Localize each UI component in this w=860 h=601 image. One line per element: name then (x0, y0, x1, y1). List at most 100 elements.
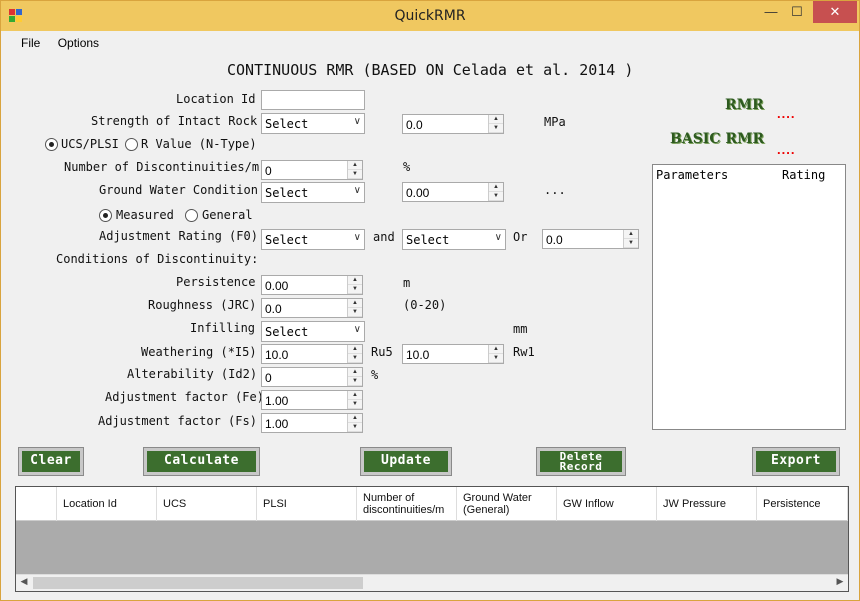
weathering-value-2: 10.0 (406, 348, 430, 362)
weathering-unit-1: Ru5 (371, 345, 393, 359)
adjustment-rating-value: 0.0 (546, 233, 563, 247)
ground-water-select[interactable]: Select ∨ (261, 182, 365, 203)
delete-record-button[interactable]: Delete Record (536, 447, 626, 476)
persistence-label: Persistence (176, 275, 256, 289)
persistence-unit: m (403, 276, 411, 290)
spin-arrows-icon[interactable]: ▲ ▼ (488, 183, 503, 201)
scrollbar-thumb[interactable] (33, 577, 363, 589)
parameters-panel[interactable]: Parameters Rating (652, 164, 846, 430)
horizontal-scrollbar[interactable]: ◀ ▶ (16, 574, 848, 591)
spin-arrows-icon[interactable]: ▲ ▼ (347, 299, 362, 317)
discontinuities-stepper[interactable]: 0 ▲ ▼ (261, 160, 363, 180)
adjustment-rating-stepper[interactable]: 0.0 ▲ ▼ (542, 229, 639, 249)
r-value-radio[interactable] (125, 138, 138, 151)
strength-value-stepper[interactable]: 0.0 ▲ ▼ (402, 114, 504, 134)
adj-fe-stepper[interactable]: 1.00 ▲ ▼ (261, 390, 363, 410)
scroll-right-icon[interactable]: ▶ (832, 576, 848, 587)
infilling-unit: mm (513, 322, 528, 336)
parameters-header: Parameters (656, 168, 729, 182)
discontinuities-value: 0 (265, 164, 272, 178)
spin-arrows-icon[interactable]: ▲ ▼ (347, 161, 362, 179)
and-label: and (373, 230, 395, 244)
ground-water-value: 0.00 (406, 186, 430, 200)
r-value-label: R Value (N-Type) (141, 137, 257, 151)
adjustment-rating-select-2[interactable]: Select ∨ (402, 229, 506, 250)
column-header[interactable]: Location Id (57, 487, 157, 521)
general-radio[interactable] (185, 209, 198, 222)
minimize-icon[interactable]: — (757, 1, 785, 23)
spin-arrows-icon[interactable]: ▲ ▼ (347, 345, 362, 363)
ground-water-stepper[interactable]: 0.00 ▲ ▼ (402, 182, 504, 202)
spin-arrows-icon[interactable]: ▲ ▼ (347, 276, 362, 294)
strength-label: Strength of Intact Rock (91, 114, 258, 128)
close-icon[interactable]: ✕ (813, 1, 857, 23)
maximize-icon[interactable]: ☐ (783, 1, 811, 23)
table-header: Location Id UCS PLSI Number of discontin… (16, 487, 848, 521)
adjustment-rating-select-1-value: Select (265, 233, 309, 247)
location-id-label: Location Id (176, 92, 256, 106)
roughness-unit: (0-20) (403, 298, 447, 312)
alterability-stepper[interactable]: 0 ▲ ▼ (261, 367, 363, 387)
measured-label: Measured (116, 208, 174, 222)
rmr-label: RMR (725, 97, 764, 113)
spin-arrows-icon[interactable]: ▲ ▼ (347, 391, 362, 409)
adjustment-rating-select-1[interactable]: Select ∨ (261, 229, 365, 250)
records-table[interactable]: Location Id UCS PLSI Number of discontin… (15, 486, 849, 592)
weathering-value-1: 10.0 (265, 348, 289, 362)
calculate-button[interactable]: Calculate (143, 447, 260, 476)
chevron-down-icon: ∨ (494, 232, 502, 243)
window-title: QuickRMR (394, 8, 466, 24)
adj-fe-label: Adjustment factor (Fe) (105, 390, 264, 404)
update-button[interactable]: Update (360, 447, 452, 476)
menu-file[interactable]: File (9, 32, 48, 50)
ucs-plsi-radio[interactable] (45, 138, 58, 151)
or-label: Or (513, 230, 528, 244)
infilling-select-value: Select (265, 325, 309, 339)
scroll-left-icon[interactable]: ◀ (16, 576, 32, 587)
delete-record-line2: Record (559, 460, 603, 473)
location-id-input[interactable] (261, 90, 365, 110)
column-header[interactable]: GW Inflow (557, 487, 657, 521)
infilling-label: Infilling (190, 321, 256, 335)
adj-fs-stepper[interactable]: 1.00 ▲ ▼ (261, 413, 363, 433)
column-header[interactable]: Ground Water (General) (457, 487, 557, 521)
persistence-value: 0.00 (265, 279, 289, 293)
spin-arrows-icon[interactable]: ▲ ▼ (347, 414, 362, 432)
spin-arrows-icon[interactable]: ▲ ▼ (488, 115, 503, 133)
adj-fs-value: 1.00 (265, 417, 289, 431)
alterability-value: 0 (265, 371, 272, 385)
infilling-select[interactable]: Select ∨ (261, 321, 365, 342)
column-header[interactable]: JW Pressure (657, 487, 757, 521)
adj-fs-label: Adjustment factor (Fs) (98, 414, 257, 428)
weathering-label: Weathering (*I5) (141, 345, 257, 359)
spin-arrows-icon[interactable]: ▲ ▼ (488, 345, 503, 363)
page-heading: CONTINUOUS RMR (BASED ON Celada et al. 2… (227, 61, 634, 79)
ucs-plsi-label: UCS/PLSI (61, 137, 119, 151)
measured-radio[interactable] (99, 209, 112, 222)
ground-water-unit: ... (544, 183, 566, 197)
column-header[interactable]: Persistence (757, 487, 848, 521)
column-header[interactable]: PLSI (257, 487, 357, 521)
alterability-label: Alterability (Id2) (127, 367, 258, 381)
spin-arrows-icon[interactable]: ▲ ▼ (623, 230, 638, 248)
weathering-stepper-2[interactable]: 10.0 ▲ ▼ (402, 344, 504, 364)
chevron-down-icon: ∨ (353, 185, 361, 196)
clear-button[interactable]: Clear (18, 447, 84, 476)
roughness-value: 0.0 (265, 302, 282, 316)
strength-select[interactable]: Select ∨ (261, 113, 365, 134)
column-header[interactable]: UCS (157, 487, 257, 521)
chevron-down-icon: ∨ (353, 116, 361, 127)
discontinuities-label: Number of Discontinuities/m (64, 160, 260, 174)
roughness-stepper[interactable]: 0.0 ▲ ▼ (261, 298, 363, 318)
basic-rmr-label: BASIC RMR (670, 131, 765, 147)
column-header[interactable]: Number of discontinuities/m (357, 487, 457, 521)
export-button[interactable]: Export (752, 447, 840, 476)
menu-options[interactable]: Options (52, 32, 107, 50)
strength-select-value: Select (265, 117, 309, 131)
strength-unit: MPa (544, 115, 566, 129)
persistence-stepper[interactable]: 0.00 ▲ ▼ (261, 275, 363, 295)
weathering-stepper-1[interactable]: 10.0 ▲ ▼ (261, 344, 363, 364)
alterability-unit: % (371, 368, 379, 382)
spin-arrows-icon[interactable]: ▲ ▼ (347, 368, 362, 386)
conditions-label: Conditions of Discontinuity: (56, 252, 259, 266)
